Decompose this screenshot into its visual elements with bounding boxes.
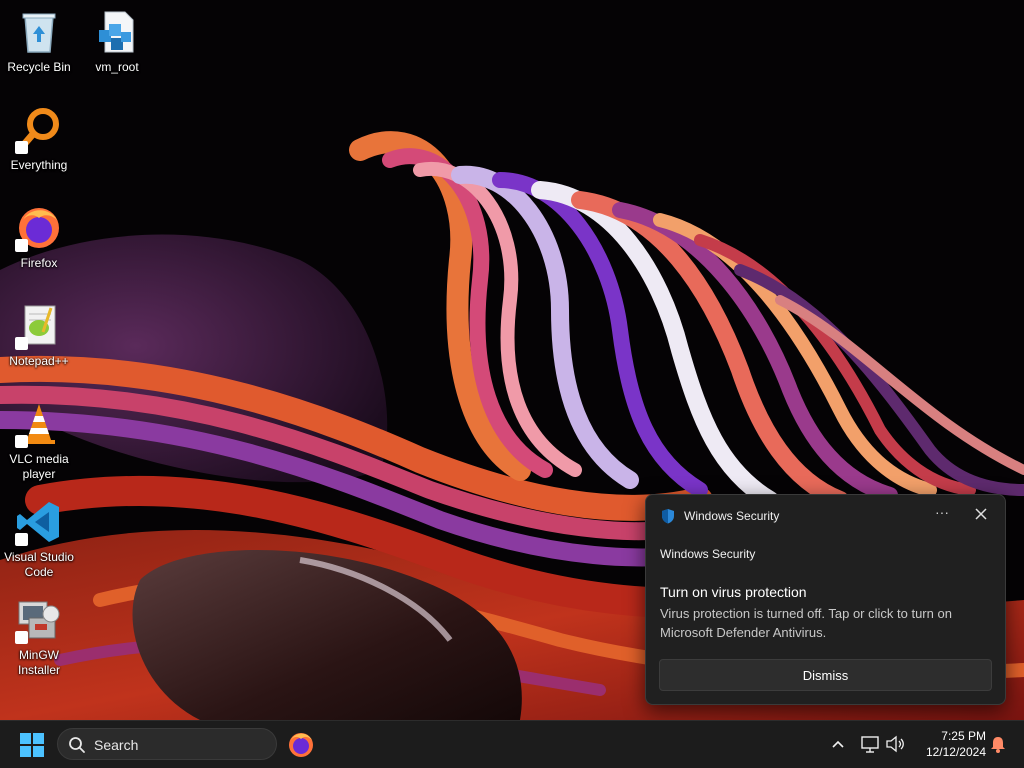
search-label: Search: [94, 737, 139, 753]
notifications-button[interactable]: [988, 731, 1008, 757]
clock-time: 7:25 PM: [941, 729, 986, 743]
taskbar: Search 7:25 PM 12/12/2024: [0, 720, 1024, 768]
desktop-icon-vm-root[interactable]: vm_root: [79, 8, 155, 75]
desktop-icon-label: Notepad++: [9, 354, 69, 368]
vlc-cone-icon: [15, 400, 63, 448]
firefox-icon: [289, 733, 313, 757]
bell-icon: [991, 737, 1005, 753]
desktop-icon-notepad-plus-plus[interactable]: Notepad++: [1, 302, 77, 369]
clock-date: 12/12/2024: [925, 745, 986, 759]
desktop: Recycle Bin vm_root Everything Firefox N…: [0, 0, 1024, 720]
dismiss-button[interactable]: Dismiss: [659, 659, 992, 691]
notepad-plus-plus-icon: [15, 302, 63, 350]
shortcut-arrow-icon: [15, 141, 28, 154]
desktop-icon-label: Firefox: [20, 256, 58, 270]
vscode-icon: [15, 498, 63, 546]
search-icon: [69, 737, 85, 753]
speaker-icon: [886, 735, 904, 753]
desktop-icon-label: MinGW Installer: [17, 648, 61, 677]
toast-body: Virus protection is turned off. Tap or c…: [660, 606, 952, 640]
recycle-bin-icon: [15, 8, 63, 56]
more-options-icon[interactable]: ···: [930, 503, 954, 523]
firefox-icon: [15, 204, 63, 252]
toast-source: Windows Security: [660, 547, 756, 561]
windows-logo-icon: [20, 733, 44, 757]
desktop-icon-label: Recycle Bin: [7, 60, 71, 74]
windows-security-shield-icon: [662, 509, 674, 524]
desktop-icon-label: VLC media player: [9, 452, 69, 481]
desktop-icon-label: vm_root: [95, 60, 139, 74]
shortcut-arrow-icon: [15, 631, 28, 644]
toast-header: Windows Security: [660, 508, 779, 524]
search-box[interactable]: Search: [57, 728, 277, 760]
close-icon[interactable]: [970, 504, 992, 524]
toast-title: Turn on virus protection: [660, 584, 807, 600]
everything-search-icon: [15, 106, 63, 154]
desktop-icon-label: Everything: [10, 158, 68, 172]
shortcut-arrow-icon: [15, 239, 28, 252]
file-icon: [93, 8, 141, 56]
start-button[interactable]: [14, 730, 50, 760]
desktop-icon-label: Visual Studio Code: [4, 550, 74, 579]
desktop-icon-mingw[interactable]: MinGW Installer: [1, 596, 77, 678]
chevron-up-icon: [832, 740, 844, 748]
shortcut-arrow-icon: [15, 533, 28, 546]
network-monitor-icon: [861, 736, 879, 753]
shortcut-arrow-icon: [15, 337, 28, 350]
volume-button[interactable]: [884, 731, 906, 757]
mingw-installer-icon: [15, 596, 63, 644]
taskbar-firefox-button[interactable]: [286, 730, 316, 760]
desktop-icon-vlc[interactable]: VLC media player: [1, 400, 77, 482]
windows-security-toast[interactable]: Windows Security ··· Windows Security Tu…: [645, 494, 1006, 705]
toast-app-name: Windows Security: [684, 509, 780, 523]
desktop-icon-firefox[interactable]: Firefox: [1, 204, 77, 271]
desktop-icon-vscode[interactable]: Visual Studio Code: [1, 498, 77, 580]
desktop-icon-everything[interactable]: Everything: [1, 106, 77, 173]
clock[interactable]: 7:25 PM 12/12/2024: [912, 728, 986, 760]
show-hidden-icons-button[interactable]: [828, 731, 848, 757]
network-button[interactable]: [858, 731, 882, 757]
desktop-icon-recycle-bin[interactable]: Recycle Bin: [1, 8, 77, 75]
shortcut-arrow-icon: [15, 435, 28, 448]
